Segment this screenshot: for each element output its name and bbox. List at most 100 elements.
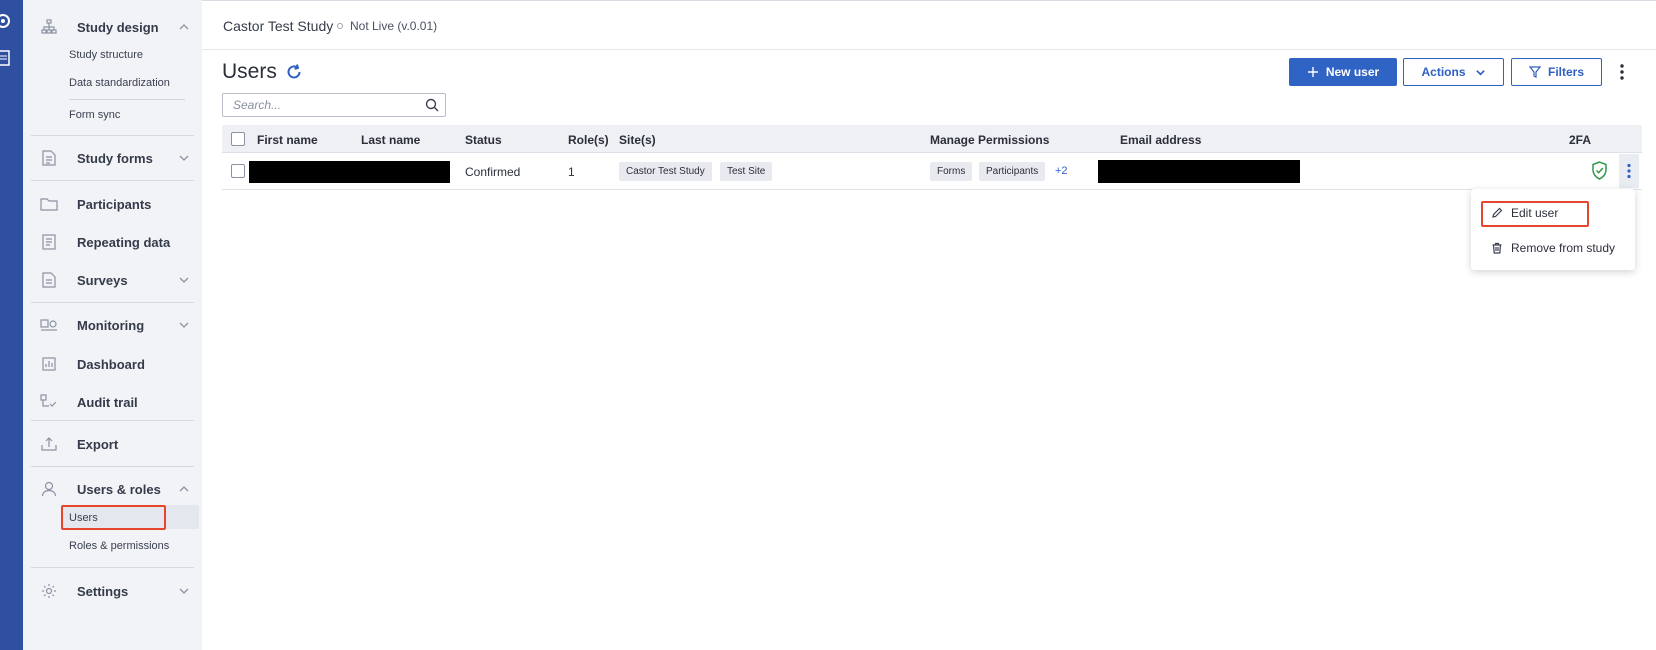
- column-header-email[interactable]: Email address: [1120, 133, 1201, 147]
- column-header-status[interactable]: Status: [465, 133, 502, 147]
- user-icon: [40, 480, 58, 498]
- search-field[interactable]: [222, 93, 446, 117]
- column-header-sites[interactable]: Site(s): [619, 133, 656, 147]
- sidebar-subitem-roles-permissions[interactable]: Roles & permissions: [69, 540, 169, 552]
- hierarchy-icon: [40, 18, 58, 36]
- filters-button[interactable]: Filters: [1511, 58, 1602, 86]
- roles-cell: 1: [568, 165, 575, 179]
- divider: [31, 567, 194, 568]
- sidebar-item-study-forms[interactable]: Study forms: [31, 145, 194, 171]
- divider: [31, 302, 194, 303]
- status-cell: Confirmed: [465, 165, 521, 179]
- divider: [31, 180, 194, 181]
- chevron-up-icon: [179, 486, 189, 492]
- export-icon: [40, 435, 58, 453]
- divider: [69, 99, 185, 100]
- sidebar-item-label: Audit trail: [77, 394, 138, 410]
- sidebar-item-audit-trail[interactable]: Audit trail: [31, 389, 194, 415]
- redacted-last-name: [350, 161, 450, 183]
- actions-label: Actions: [1421, 65, 1466, 79]
- sidebar-item-label: Surveys: [77, 272, 128, 288]
- audit-icon: [40, 393, 58, 411]
- highlight-box: [1481, 201, 1589, 227]
- row-actions-menu: Edit user Remove from study: [1471, 189, 1635, 270]
- sidebar-item-label: Study forms: [77, 150, 153, 166]
- status-dot-icon: [337, 23, 343, 29]
- permission-chip: Participants: [979, 162, 1046, 181]
- filters-label: Filters: [1547, 65, 1584, 79]
- sidebar-item-label: Settings: [77, 583, 129, 599]
- column-header-last-name[interactable]: Last name: [361, 133, 420, 147]
- filter-icon: [1528, 66, 1541, 78]
- more-options-icon[interactable]: [1617, 63, 1627, 81]
- refresh-icon[interactable]: [285, 63, 303, 81]
- survey-icon: [40, 271, 58, 289]
- remove-from-study-menu-item[interactable]: Remove from study: [1491, 238, 1615, 258]
- column-header-first-name[interactable]: First name: [257, 133, 318, 147]
- sidebar-item-dashboard[interactable]: Dashboard: [31, 351, 194, 377]
- folder-icon: [40, 195, 58, 213]
- study-status: Not Live (v.0.01): [350, 19, 438, 33]
- sidebar-item-label: Participants: [77, 196, 152, 212]
- chevron-down-icon: [179, 277, 189, 283]
- chevron-down-icon: [179, 322, 189, 328]
- sidebar-item-label: Users & roles: [77, 481, 161, 497]
- divider: [31, 466, 194, 467]
- remove-from-study-label: Remove from study: [1511, 241, 1616, 255]
- sidebar-item-users-roles[interactable]: Users & roles: [31, 476, 194, 502]
- sidebar: Study design Study structure Data standa…: [23, 0, 202, 650]
- sidebar-subitem-study-structure[interactable]: Study structure: [69, 49, 143, 61]
- castor-logo-icon[interactable]: [0, 13, 12, 29]
- divider: [31, 420, 194, 421]
- more-options-icon: [1627, 163, 1631, 179]
- table-row[interactable]: Confirmed 1 Castor Test Study Test Site …: [222, 154, 1642, 190]
- sidebar-item-label: Export: [77, 436, 119, 452]
- top-bar: Castor Test Study Not Live (v.0.01): [202, 0, 1656, 50]
- sidebar-item-monitoring[interactable]: Monitoring: [31, 312, 194, 338]
- new-user-label: New user: [1325, 65, 1380, 79]
- sidebar-item-label: Repeating data: [77, 234, 171, 250]
- sidebar-item-label: Dashboard: [77, 356, 145, 372]
- table-header: First name Last name Status Role(s) Site…: [222, 125, 1642, 153]
- redacted-email: [1098, 160, 1300, 183]
- permission-chip: Forms: [930, 162, 973, 181]
- gear-icon: [40, 582, 58, 600]
- sidebar-item-export[interactable]: Export: [31, 431, 194, 457]
- app-rail: [0, 0, 23, 650]
- trash-icon: [1492, 242, 1502, 254]
- page-title: Users: [222, 60, 277, 83]
- chevron-down-icon: [1475, 69, 1485, 76]
- sidebar-item-study-design[interactable]: Study design: [31, 14, 194, 40]
- redacted-first-name: [249, 161, 350, 183]
- column-header-manage-permissions[interactable]: Manage Permissions: [930, 133, 1049, 147]
- chevron-down-icon: [179, 588, 189, 594]
- sidebar-item-label: Monitoring: [77, 317, 145, 333]
- highlight-box: [61, 505, 166, 530]
- sidebar-item-repeating-data[interactable]: Repeating data: [31, 229, 194, 255]
- row-checkbox[interactable]: [231, 164, 245, 178]
- sidebar-item-surveys[interactable]: Surveys: [31, 267, 194, 293]
- select-all-checkbox[interactable]: [231, 132, 245, 146]
- sidebar-item-participants[interactable]: Participants: [31, 191, 194, 217]
- site-chip: Castor Test Study: [619, 162, 712, 181]
- sidebar-subitem-data-standardization[interactable]: Data standardization: [69, 77, 170, 89]
- sidebar-item-settings[interactable]: Settings: [31, 578, 194, 604]
- chevron-down-icon: [179, 155, 189, 161]
- search-icon[interactable]: [425, 98, 439, 112]
- new-user-button[interactable]: New user: [1289, 58, 1397, 86]
- repeating-icon: [40, 233, 58, 251]
- monitoring-icon: [40, 316, 58, 334]
- divider: [31, 135, 194, 136]
- chevron-up-icon: [179, 24, 189, 30]
- actions-dropdown-button[interactable]: Actions: [1403, 58, 1504, 86]
- column-header-2fa[interactable]: 2FA: [1569, 133, 1591, 147]
- document-icon[interactable]: [0, 50, 12, 66]
- column-header-roles[interactable]: Role(s): [568, 133, 609, 147]
- more-permissions-link[interactable]: +2: [1055, 165, 1068, 177]
- sidebar-item-label: Study design: [77, 19, 159, 35]
- search-input[interactable]: [223, 94, 419, 116]
- form-icon: [40, 149, 58, 167]
- study-name: Castor Test Study: [223, 18, 334, 34]
- sidebar-subitem-form-sync[interactable]: Form sync: [69, 109, 120, 121]
- row-actions-button[interactable]: [1619, 154, 1639, 188]
